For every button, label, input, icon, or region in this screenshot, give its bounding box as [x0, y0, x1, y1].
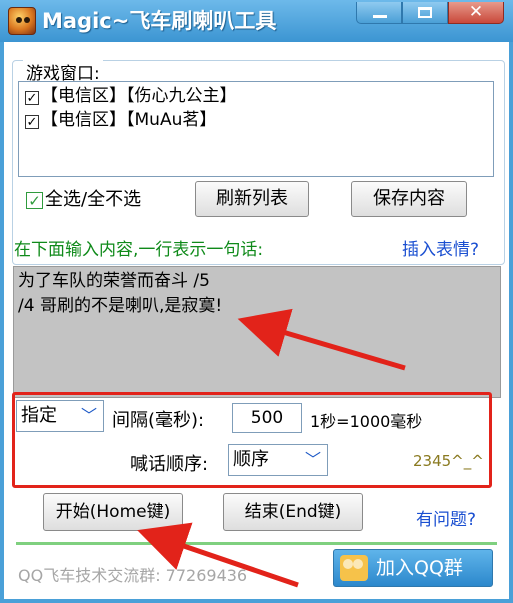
chevron-down-icon: ﹀: [304, 450, 321, 469]
message-line-2: /4 哥刷的不是喇叭,是寂寞!: [18, 296, 223, 316]
interval-label: 间隔(毫秒):: [112, 410, 205, 431]
select-all-check-icon: ✓: [26, 192, 43, 209]
order-label: 喊话顺序:: [130, 454, 209, 475]
list-item[interactable]: ✓ 【电信区】【伤心九公主】: [25, 85, 237, 107]
app-logo-icon: [8, 7, 36, 35]
select-all-checkbox[interactable]: ✓ 全选/全不选: [26, 188, 141, 212]
join-qq-group-label: 加入QQ群: [376, 557, 463, 579]
checkbox-game-2[interactable]: ✓: [25, 115, 39, 129]
order-select[interactable]: 顺序 ﹀: [228, 444, 328, 476]
window-title: Magic~飞车刷喇叭工具: [42, 9, 277, 33]
maximize-icon: [418, 7, 432, 18]
window-client-area: 游戏窗口: ✓ 【电信区】【伤心九公主】 ✓ 【电信区】【MuAu茗】 ✓ 全选/全不…: [4, 42, 509, 599]
insert-emoji-link[interactable]: 插入表情?: [402, 235, 479, 260]
close-icon: ✕: [468, 2, 484, 22]
input-hint: 在下面输入内容,一行表示一句话:: [14, 240, 264, 260]
save-content-button[interactable]: 保存内容: [351, 181, 467, 217]
mode-select[interactable]: 指定 ﹀: [16, 400, 104, 432]
interval-note: 1秒=1000毫秒: [310, 412, 423, 431]
list-item[interactable]: ✓ 【电信区】【MuAu茗】: [25, 109, 216, 131]
minimize-button[interactable]: [356, 2, 402, 24]
close-button[interactable]: ✕: [448, 2, 504, 24]
qq-group-icon: [340, 555, 368, 581]
stop-button[interactable]: 结束(End键): [223, 493, 363, 531]
order-select-value: 顺序: [233, 449, 269, 470]
mode-select-value: 指定: [21, 405, 57, 426]
message-textarea[interactable]: 为了车队的荣誉而奋斗 /5 /4 哥刷的不是喇叭,是寂寞!: [13, 266, 501, 398]
refresh-list-button[interactable]: 刷新列表: [195, 181, 309, 217]
select-all-label: 全选/全不选: [45, 189, 142, 210]
game-window-list[interactable]: ✓ 【电信区】【伤心九公主】 ✓ 【电信区】【MuAu茗】: [18, 81, 494, 177]
footer-divider: [16, 542, 497, 545]
qq-group-text: QQ飞车技术交流群: 77269436: [18, 566, 248, 585]
signature-text: 2345^_^: [413, 452, 484, 470]
join-qq-group-button[interactable]: 加入QQ群: [333, 549, 493, 587]
list-item-label: 【电信区】【伤心九公主】: [41, 86, 237, 106]
list-item-label: 【电信区】【MuAu茗】: [41, 110, 217, 130]
title-bar[interactable]: Magic~飞车刷喇叭工具 ✕: [0, 0, 513, 42]
chevron-down-icon: ﹀: [80, 406, 97, 425]
app-window: Magic~飞车刷喇叭工具 ✕ 游戏窗口: ✓ 【电信区】【伤心九公主】 ✓ 【电信…: [0, 0, 513, 603]
interval-input[interactable]: 500: [232, 403, 302, 433]
minimize-icon: [373, 15, 387, 18]
maximize-button[interactable]: [402, 2, 448, 24]
help-link[interactable]: 有问题?: [416, 505, 476, 530]
message-line-1: 为了车队的荣誉而奋斗 /5: [18, 271, 210, 291]
start-button[interactable]: 开始(Home键): [43, 493, 183, 531]
checkbox-game-1[interactable]: ✓: [25, 91, 39, 105]
